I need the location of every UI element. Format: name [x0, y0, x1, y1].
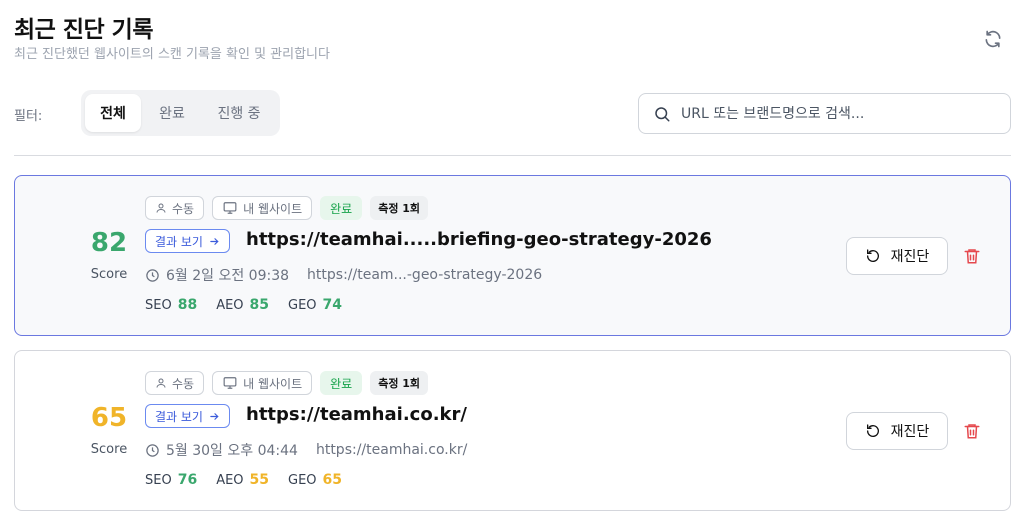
mode-tag: 수동 — [145, 371, 205, 395]
monitor-icon — [223, 377, 237, 389]
metric-geo: GEO 74 — [288, 297, 342, 313]
metric-geo: GEO 65 — [288, 472, 342, 488]
record-url-sub: https://teamhai.co.kr/ — [315, 442, 468, 458]
view-result-label: 결과 보기 — [155, 234, 203, 249]
clock-icon — [146, 268, 159, 282]
metric-value: 65 — [322, 472, 343, 488]
page-title: 최근 진단 기록 — [14, 17, 153, 43]
record-url-sub: https://team...-geo-strategy-2026 — [307, 267, 543, 283]
record-meta: 5월 30일 오후 04:44 https://teamhai.co.kr/ — [145, 440, 467, 460]
metric-value: 88 — [177, 297, 198, 313]
filter-all-tab[interactable]: 전체 — [85, 94, 141, 132]
mode-tag: 수동 — [145, 196, 205, 220]
score-value: 82 — [90, 228, 128, 258]
user-icon — [156, 203, 166, 213]
view-result-button[interactable]: 결과 보기 — [145, 404, 230, 428]
site-tag-label: 내 웹사이트 — [243, 376, 303, 391]
rediagnose-button[interactable]: 재진단 — [846, 237, 948, 275]
metric-row: SEO 88 AEO 85 GEO 74 — [145, 297, 342, 313]
record-meta: 6월 2일 오전 09:38 https://team...-geo-strat… — [145, 265, 542, 285]
page-subtitle: 최근 진단했던 웹사이트의 스캔 기록을 확인 및 관리합니다 — [14, 47, 330, 62]
filter-segmented-control: 전체 완료 진행 중 — [81, 90, 280, 136]
metric-aeo: AEO 55 — [216, 472, 269, 488]
delete-button[interactable] — [959, 241, 985, 271]
filter-label: 필터: — [14, 109, 43, 124]
filter-done-tab[interactable]: 완료 — [141, 94, 203, 132]
status-badge: 완료 — [320, 371, 363, 395]
search-input[interactable] — [681, 105, 1001, 122]
status-badge: 완료 — [320, 196, 363, 220]
divider — [14, 155, 1011, 156]
metric-aeo: AEO 85 — [216, 297, 269, 313]
trash-icon — [964, 249, 980, 264]
metric-label: SEO — [145, 298, 172, 313]
site-tag-label: 내 웹사이트 — [243, 201, 303, 216]
score-label: Score — [90, 267, 128, 282]
view-result-button[interactable]: 결과 보기 — [145, 229, 230, 253]
metric-label: AEO — [216, 298, 244, 313]
rotate-ccw-icon — [866, 249, 879, 262]
metric-seo: SEO 88 — [145, 297, 197, 313]
record-date: 6월 2일 오전 09:38 — [166, 268, 290, 284]
metric-label: AEO — [216, 473, 244, 488]
metric-label: GEO — [288, 473, 317, 488]
tag-row: 수동 내 웹사이트 완료 측정 1회 — [145, 196, 429, 220]
search-icon — [655, 106, 670, 121]
mode-tag-label: 수동 — [172, 376, 195, 391]
count-badge: 측정 1회 — [370, 371, 429, 395]
score-label: Score — [90, 442, 128, 457]
score-value: 65 — [90, 403, 128, 433]
metric-value: 55 — [249, 472, 270, 488]
record-date: 5월 30일 오후 04:44 — [166, 443, 298, 459]
arrow-right-icon — [210, 412, 219, 420]
record-card: 65 Score 수동 내 웹사이트 완료 측정 1회 결과 보기 https:… — [14, 350, 1011, 511]
site-tag: 내 웹사이트 — [212, 196, 313, 220]
trash-icon — [964, 424, 980, 439]
monitor-icon — [223, 202, 237, 214]
record-url-title[interactable]: https://teamhai.....briefing-geo-strateg… — [246, 229, 712, 250]
rediagnose-button[interactable]: 재진단 — [846, 412, 948, 450]
refresh-icon — [985, 30, 1001, 48]
record-url-title[interactable]: https://teamhai.co.kr/ — [246, 404, 467, 425]
search-box — [638, 93, 1011, 134]
record-card: 82 Score 수동 내 웹사이트 완료 측정 1회 결과 보기 https:… — [14, 175, 1011, 336]
user-icon — [156, 378, 166, 388]
metric-row: SEO 76 AEO 55 GEO 65 — [145, 472, 342, 488]
rediagnose-label: 재진단 — [890, 249, 930, 265]
metric-value: 74 — [322, 297, 343, 313]
filter-in-progress-tab[interactable]: 진행 중 — [203, 94, 275, 132]
tag-row: 수동 내 웹사이트 완료 측정 1회 — [145, 371, 429, 395]
count-badge: 측정 1회 — [370, 196, 429, 220]
refresh-button[interactable] — [978, 24, 1008, 54]
site-tag: 내 웹사이트 — [212, 371, 313, 395]
metric-label: SEO — [145, 473, 172, 488]
rediagnose-label: 재진단 — [890, 424, 930, 440]
metric-value: 85 — [249, 297, 270, 313]
metric-seo: SEO 76 — [145, 472, 197, 488]
view-result-label: 결과 보기 — [155, 409, 203, 424]
metric-value: 76 — [177, 472, 198, 488]
mode-tag-label: 수동 — [172, 201, 195, 216]
arrow-right-icon — [210, 237, 219, 245]
clock-icon — [146, 443, 159, 457]
delete-button[interactable] — [959, 416, 985, 446]
rotate-ccw-icon — [866, 424, 879, 437]
metric-label: GEO — [288, 298, 317, 313]
